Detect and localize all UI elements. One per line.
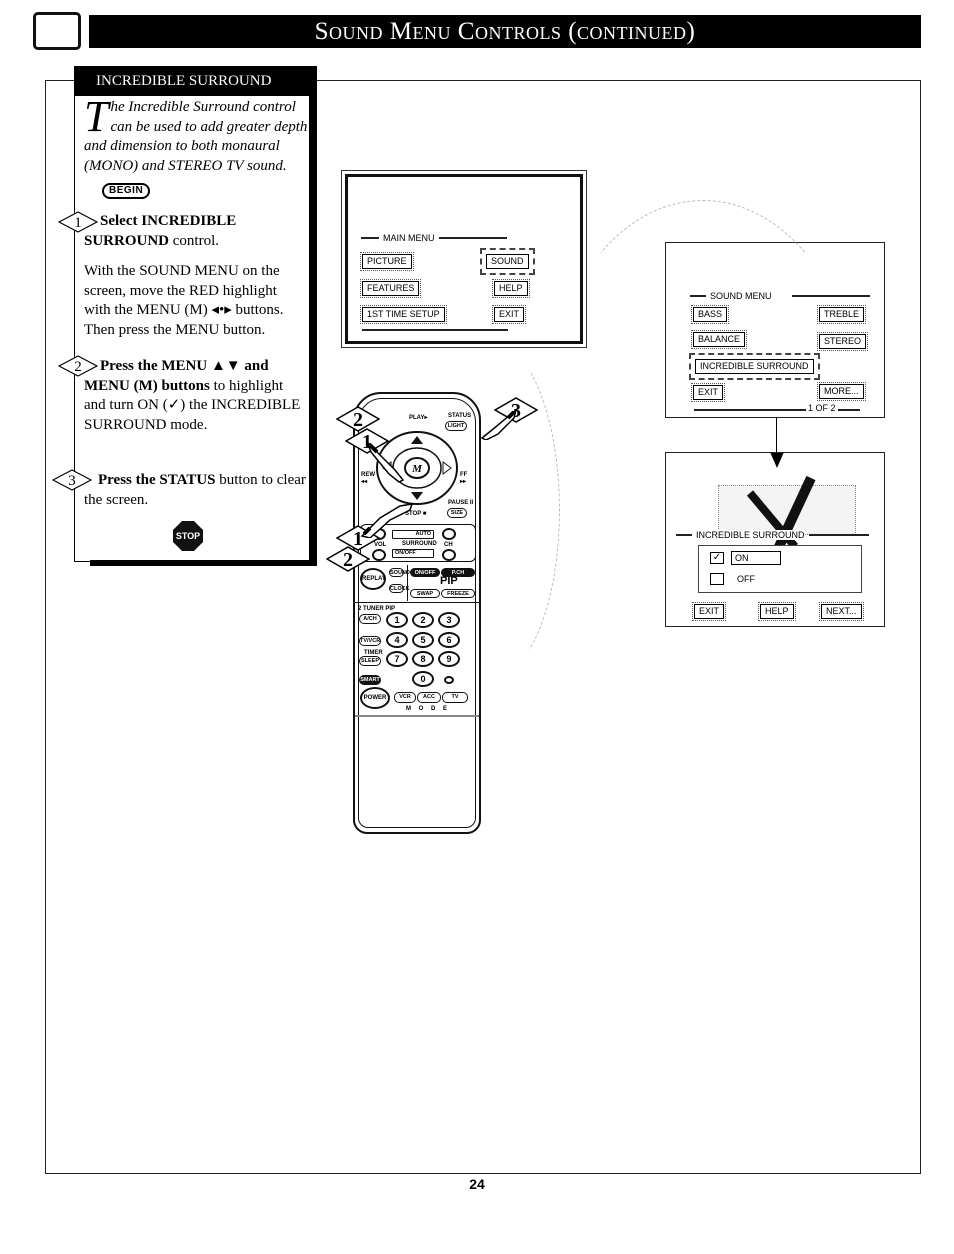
- menu-button-1st-time-setup[interactable]: 1ST TIME SETUP: [360, 305, 447, 324]
- digit-0-button[interactable]: 0: [412, 671, 434, 687]
- remote-divider: [355, 602, 479, 603]
- ch-up-button[interactable]: [442, 528, 456, 540]
- step-3-text: Press the STATUS button to clear the scr…: [84, 471, 306, 510]
- main-menu-title-text: MAIN MENU: [383, 233, 435, 243]
- remote-divider: [407, 565, 408, 601]
- pointing-hand-icon: [366, 441, 405, 483]
- digit-5-button[interactable]: 5: [412, 632, 434, 648]
- intro-paragraph: The Incredible Surround control can be u…: [84, 92, 312, 199]
- digit-9-button[interactable]: 9: [438, 651, 460, 667]
- tv-vcr-button[interactable]: TV/VCR: [359, 636, 381, 646]
- digit-3-button[interactable]: 3: [438, 612, 460, 628]
- menu-button-features[interactable]: FEATURES: [359, 279, 422, 298]
- remote-label-play: PLAY▸: [409, 415, 428, 421]
- smart-button[interactable]: SMART: [359, 675, 381, 685]
- pointing-hand-icon: [360, 503, 414, 538]
- svg-text:1: 1: [74, 215, 82, 231]
- main-menu-screen: MAIN MENU PICTURE SOUND FEATURES HELP 1S…: [341, 170, 587, 348]
- clock-button[interactable]: CLOCK: [389, 584, 410, 593]
- callout-2-icon: 2: [326, 546, 370, 572]
- menu-bottom-line: [362, 329, 508, 331]
- dashed-connector: [548, 200, 858, 620]
- header-square-icon: [33, 12, 81, 50]
- freeze-button[interactable]: FREEZE: [441, 589, 475, 598]
- remote-label-two-tuner: 2 TUNER PIP: [358, 606, 396, 612]
- a-ch-button[interactable]: A/CH: [359, 614, 381, 624]
- menu-button-picture[interactable]: PICTURE: [360, 252, 414, 271]
- enter-button[interactable]: [444, 676, 454, 684]
- size-button[interactable]: SIZE: [447, 508, 467, 518]
- ch-down-button[interactable]: [442, 549, 456, 561]
- page-number: 24: [469, 1176, 485, 1192]
- digit-6-button[interactable]: 6: [438, 632, 460, 648]
- remote-label-mode: M O D E: [406, 706, 451, 712]
- remote-label-pause: PAUSE II: [448, 500, 474, 506]
- intro-text: he Incredible Surround control can be us…: [84, 99, 308, 174]
- remote-label-status: STATUS: [448, 413, 472, 419]
- digit-7-button[interactable]: 7: [386, 651, 408, 667]
- menu-button-exit[interactable]: EXIT: [491, 305, 527, 324]
- step-2-text: Press the MENU ▲▼ and MENU (M) buttons t…: [84, 357, 306, 435]
- begin-badge: BEGIN: [102, 183, 151, 199]
- menu-button-next[interactable]: NEXT...: [819, 602, 864, 621]
- digit-8-button[interactable]: 8: [412, 651, 434, 667]
- surround-on-off-button[interactable]: ON/OFF: [392, 549, 434, 558]
- drop-cap: T: [84, 92, 109, 141]
- swap-button[interactable]: SWAP: [410, 589, 440, 598]
- svg-text:2: 2: [74, 359, 82, 375]
- page-title: Sound Menu Controls (continued): [89, 15, 921, 48]
- main-menu-title: MAIN MENU: [361, 233, 507, 243]
- pip-on-off-button[interactable]: ON/OFF: [410, 568, 440, 577]
- step-1-title-rest: control.: [169, 232, 220, 249]
- svg-text:M: M: [411, 463, 423, 475]
- digit-1-button[interactable]: 1: [386, 612, 408, 628]
- power-button[interactable]: POWER: [360, 687, 390, 709]
- mode-tv-button[interactable]: TV: [442, 692, 468, 703]
- menu-button-help[interactable]: HELP: [492, 279, 530, 298]
- remote-label-ff: FF ▸▸: [460, 472, 468, 485]
- pointing-hand-icon: [480, 408, 518, 440]
- sound-button[interactable]: SOUND: [389, 568, 410, 577]
- remote-divider: [355, 715, 479, 717]
- stop-sign-icon: STOP: [173, 521, 203, 551]
- digit-2-button[interactable]: 2: [412, 612, 434, 628]
- step-1-body: With the SOUND MENU on the screen, move …: [84, 263, 284, 338]
- title-line: [361, 237, 379, 239]
- mode-vcr-button[interactable]: VCR: [394, 692, 416, 703]
- section-tag: INCREDIBLE SURROUND: [74, 66, 314, 96]
- remote-label-ch: CH: [444, 542, 453, 548]
- svg-text:3: 3: [68, 473, 76, 489]
- digit-4-button[interactable]: 4: [386, 632, 408, 648]
- step-3-title-bold: Press the STATUS: [98, 472, 216, 488]
- menu-button-help[interactable]: HELP: [758, 602, 796, 621]
- mode-acc-button[interactable]: ACC: [417, 692, 441, 703]
- remote-label-surround: SURROUND: [402, 541, 437, 547]
- main-menu-screen-inner: MAIN MENU PICTURE SOUND FEATURES HELP 1S…: [345, 174, 583, 344]
- pip-label: PIP: [440, 575, 458, 587]
- menu-button-sound[interactable]: SOUND: [480, 248, 535, 275]
- svg-text:2: 2: [343, 549, 353, 571]
- sleep-button[interactable]: SLEEP: [359, 656, 381, 666]
- title-line: [438, 237, 507, 239]
- panel-shadow: [90, 560, 317, 566]
- step-1-title: Select INCREDIBLE SURROUND control.: [84, 212, 304, 251]
